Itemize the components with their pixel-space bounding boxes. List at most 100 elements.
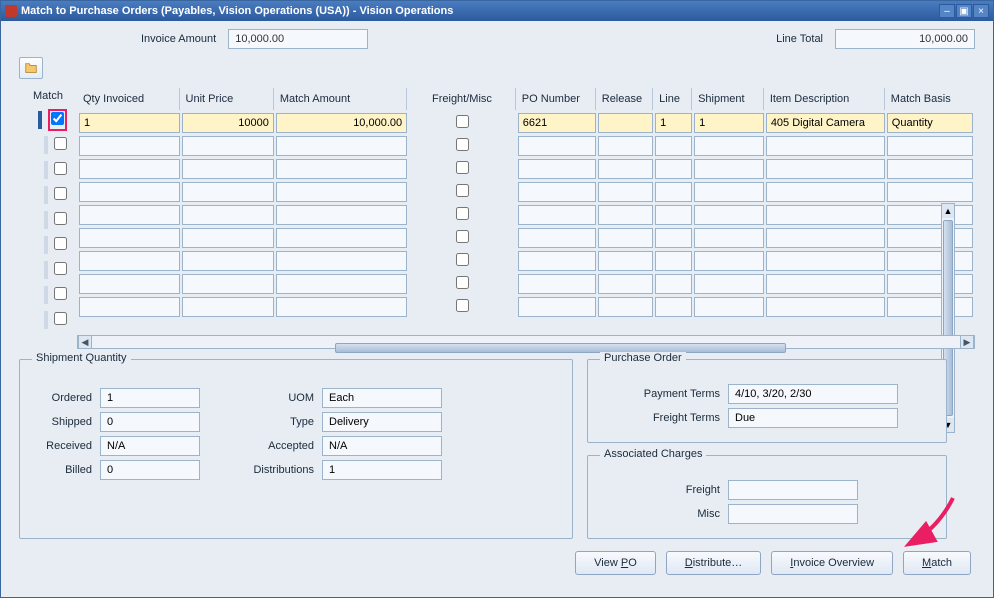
- cell-desc[interactable]: [766, 136, 885, 156]
- cell-amount[interactable]: [276, 228, 407, 248]
- match-checkbox[interactable]: [51, 112, 64, 125]
- cell-desc[interactable]: [766, 228, 885, 248]
- cell-qty[interactable]: [79, 228, 180, 248]
- close-button[interactable]: ×: [973, 4, 989, 18]
- cell-line[interactable]: [655, 297, 692, 317]
- distribute-button[interactable]: Distribute…: [666, 551, 761, 575]
- cell-desc[interactable]: [766, 113, 885, 133]
- line-total-field[interactable]: [835, 29, 975, 49]
- cell-qty[interactable]: [79, 205, 180, 225]
- cell-price[interactable]: [182, 251, 274, 271]
- cell-line[interactable]: [655, 136, 692, 156]
- scroll-left-icon[interactable]: ◀: [78, 336, 92, 348]
- cell-amount[interactable]: [276, 136, 407, 156]
- cell-release[interactable]: [598, 205, 653, 225]
- cell-qty[interactable]: [79, 113, 180, 133]
- cell-qty[interactable]: [79, 274, 180, 294]
- match-checkbox[interactable]: [54, 287, 67, 300]
- cell-price[interactable]: [182, 159, 274, 179]
- cell-basis[interactable]: [887, 297, 973, 317]
- billed-field[interactable]: [100, 460, 200, 480]
- cell-shipment[interactable]: [694, 274, 764, 294]
- cell-po[interactable]: [518, 251, 596, 271]
- match-checkbox[interactable]: [54, 312, 67, 325]
- cell-price[interactable]: [182, 205, 274, 225]
- hscroll-thumb[interactable]: [335, 343, 786, 353]
- cell-po[interactable]: [518, 274, 596, 294]
- freight-checkbox[interactable]: [456, 184, 469, 197]
- cell-amount[interactable]: [276, 251, 407, 271]
- cell-desc[interactable]: [766, 182, 885, 202]
- cell-line[interactable]: [655, 274, 692, 294]
- cell-amount[interactable]: [276, 297, 407, 317]
- cell-desc[interactable]: [766, 251, 885, 271]
- cell-qty[interactable]: [79, 297, 180, 317]
- cell-desc[interactable]: [766, 297, 885, 317]
- cell-line[interactable]: [655, 205, 692, 225]
- cell-amount[interactable]: [276, 159, 407, 179]
- cell-po[interactable]: [518, 113, 596, 133]
- distributions-field[interactable]: [322, 460, 442, 480]
- uom-field[interactable]: [322, 388, 442, 408]
- cell-qty[interactable]: [79, 136, 180, 156]
- cell-shipment[interactable]: [694, 182, 764, 202]
- freight-checkbox[interactable]: [456, 115, 469, 128]
- cell-line[interactable]: [655, 159, 692, 179]
- cell-price[interactable]: [182, 182, 274, 202]
- freight-terms-field[interactable]: [728, 408, 898, 428]
- cell-po[interactable]: [518, 297, 596, 317]
- freight-checkbox[interactable]: [456, 276, 469, 289]
- cell-price[interactable]: [182, 113, 274, 133]
- cell-price[interactable]: [182, 297, 274, 317]
- freight-checkbox[interactable]: [456, 207, 469, 220]
- cell-release[interactable]: [598, 159, 653, 179]
- assoc-freight-field[interactable]: [728, 480, 858, 500]
- cell-qty[interactable]: [79, 159, 180, 179]
- cell-amount[interactable]: [276, 274, 407, 294]
- cell-shipment[interactable]: [694, 136, 764, 156]
- cell-basis[interactable]: [887, 205, 973, 225]
- cell-po[interactable]: [518, 228, 596, 248]
- cell-line[interactable]: [655, 251, 692, 271]
- cell-shipment[interactable]: [694, 251, 764, 271]
- cell-basis[interactable]: [887, 159, 973, 179]
- cell-price[interactable]: [182, 228, 274, 248]
- cell-shipment[interactable]: [694, 113, 764, 133]
- invoice-overview-button[interactable]: Invoice Overview: [771, 551, 893, 575]
- cell-shipment[interactable]: [694, 159, 764, 179]
- cell-po[interactable]: [518, 159, 596, 179]
- invoice-amount-field[interactable]: [228, 29, 368, 49]
- freight-checkbox[interactable]: [456, 138, 469, 151]
- cell-release[interactable]: [598, 182, 653, 202]
- cell-qty[interactable]: [79, 182, 180, 202]
- horizontal-scrollbar[interactable]: ◀ ▶: [77, 335, 975, 349]
- cell-price[interactable]: [182, 274, 274, 294]
- cell-price[interactable]: [182, 136, 274, 156]
- cell-amount[interactable]: [276, 113, 407, 133]
- cell-amount[interactable]: [276, 182, 407, 202]
- cell-qty[interactable]: [79, 251, 180, 271]
- cell-desc[interactable]: [766, 274, 885, 294]
- cell-release[interactable]: [598, 297, 653, 317]
- restore-button[interactable]: ▣: [956, 4, 972, 18]
- freight-checkbox[interactable]: [456, 253, 469, 266]
- cell-release[interactable]: [598, 274, 653, 294]
- cell-basis[interactable]: [887, 182, 973, 202]
- cell-release[interactable]: [598, 251, 653, 271]
- cell-basis[interactable]: [887, 274, 973, 294]
- view-po-button[interactable]: View PO: [575, 551, 656, 575]
- assoc-misc-field[interactable]: [728, 504, 858, 524]
- cell-release[interactable]: [598, 228, 653, 248]
- cell-line[interactable]: [655, 182, 692, 202]
- match-checkbox[interactable]: [54, 137, 67, 150]
- scroll-up-icon[interactable]: ▲: [942, 204, 954, 218]
- cell-basis[interactable]: [887, 136, 973, 156]
- match-button[interactable]: Match: [903, 551, 971, 575]
- cell-po[interactable]: [518, 136, 596, 156]
- titlebar[interactable]: Match to Purchase Orders (Payables, Visi…: [1, 1, 993, 21]
- cell-po[interactable]: [518, 205, 596, 225]
- cell-basis[interactable]: [887, 251, 973, 271]
- freight-checkbox[interactable]: [456, 230, 469, 243]
- match-checkbox[interactable]: [54, 237, 67, 250]
- minimize-button[interactable]: –: [939, 4, 955, 18]
